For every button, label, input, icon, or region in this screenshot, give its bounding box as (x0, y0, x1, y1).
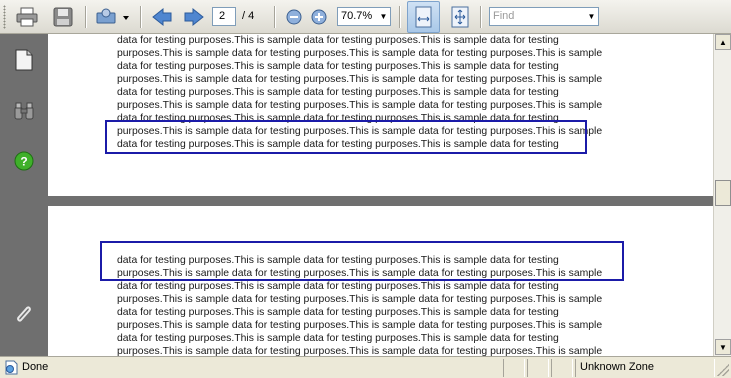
chevron-down-icon[interactable]: ▼ (377, 8, 390, 25)
toolbar: 2 / 4 70.7% ▼ Find ▼ (0, 0, 731, 34)
next-page-icon (184, 7, 204, 27)
toolbar-separator (85, 6, 87, 28)
zoom-value: 70.7% (341, 10, 373, 22)
scroll-down-button[interactable]: ▼ (715, 339, 731, 355)
status-text: Done (22, 361, 49, 373)
tools-dropdown-button[interactable] (93, 5, 133, 29)
highlight-box[interactable] (105, 120, 587, 154)
page-icon (5, 360, 18, 375)
fit-width-icon (415, 6, 432, 28)
help-icon: ? (14, 151, 34, 171)
document-page: data for testing purposes.This is sample… (48, 206, 713, 356)
fit-page-button[interactable] (446, 5, 474, 29)
status-cell (503, 359, 525, 377)
text-line: purposes.This is sample data for testing… (117, 346, 603, 356)
tools-dropdown-icon (96, 8, 129, 24)
status-cell (527, 359, 549, 377)
text-line: data for testing purposes.This is sample… (117, 333, 559, 344)
find-input[interactable]: Find ▼ (489, 7, 599, 26)
fit-page-icon (451, 6, 469, 28)
highlight-box[interactable] (100, 241, 624, 281)
binoculars-icon (14, 102, 34, 120)
save-icon (53, 7, 73, 27)
print-icon (16, 7, 38, 27)
fit-width-button[interactable] (407, 1, 440, 33)
zoom-in-button[interactable] (308, 5, 330, 29)
status-bar: Done Unknown Zone (0, 356, 731, 378)
text-line: purposes.This is sample data for testing… (117, 294, 603, 305)
page-gap (48, 196, 713, 206)
text-line: data for testing purposes.This is sample… (117, 35, 559, 46)
text-line: data for testing purposes.This is sample… (117, 87, 559, 98)
text-line: purposes.This is sample data for testing… (117, 48, 603, 59)
text-line: data for testing purposes.This is sample… (117, 307, 559, 318)
svg-text:?: ? (20, 155, 27, 169)
attachments-button[interactable] (10, 300, 38, 328)
prev-page-button[interactable] (148, 5, 176, 29)
toolbar-separator (480, 6, 482, 28)
zoom-in-icon (311, 9, 327, 25)
zoom-out-button[interactable] (283, 5, 305, 29)
page-number-input[interactable]: 2 (212, 7, 236, 26)
zoom-out-icon (286, 9, 302, 25)
security-zone-label: Unknown Zone (580, 361, 654, 373)
scroll-up-button[interactable]: ▲ (715, 34, 731, 50)
chevron-down-icon[interactable]: ▼ (585, 8, 598, 25)
text-line: data for testing purposes.This is sample… (117, 61, 559, 72)
vertical-scrollbar[interactable]: ▲ ▼ (713, 34, 731, 356)
next-page-button[interactable] (180, 5, 208, 29)
prev-page-icon (152, 7, 172, 27)
page-total-label: / 4 (242, 10, 255, 22)
attachment-icon (17, 306, 31, 322)
document-view[interactable]: data for testing purposes.This is sample… (48, 34, 713, 356)
save-button[interactable] (48, 5, 78, 29)
search-button[interactable] (10, 97, 38, 125)
zoom-select[interactable]: 70.7% ▼ (337, 7, 391, 26)
toolbar-separator (274, 6, 276, 28)
toolbar-grip[interactable] (3, 5, 6, 29)
toolbar-separator (140, 6, 142, 28)
text-line: purposes.This is sample data for testing… (117, 320, 603, 331)
print-button[interactable] (12, 5, 42, 29)
navigation-panel: ? (0, 34, 48, 356)
resize-grip[interactable] (717, 364, 729, 376)
scroll-thumb[interactable] (715, 180, 731, 206)
text-line: purposes.This is sample data for testing… (117, 74, 603, 85)
document-page: data for testing purposes.This is sample… (48, 34, 713, 196)
pages-icon (15, 49, 33, 71)
text-line: purposes.This is sample data for testing… (117, 100, 603, 111)
pages-button[interactable] (10, 46, 38, 74)
text-line: data for testing purposes.This is sample… (117, 281, 559, 292)
help-button[interactable]: ? (10, 147, 38, 175)
status-cell (551, 359, 573, 377)
toolbar-separator (399, 6, 401, 28)
find-placeholder: Find (493, 10, 515, 22)
